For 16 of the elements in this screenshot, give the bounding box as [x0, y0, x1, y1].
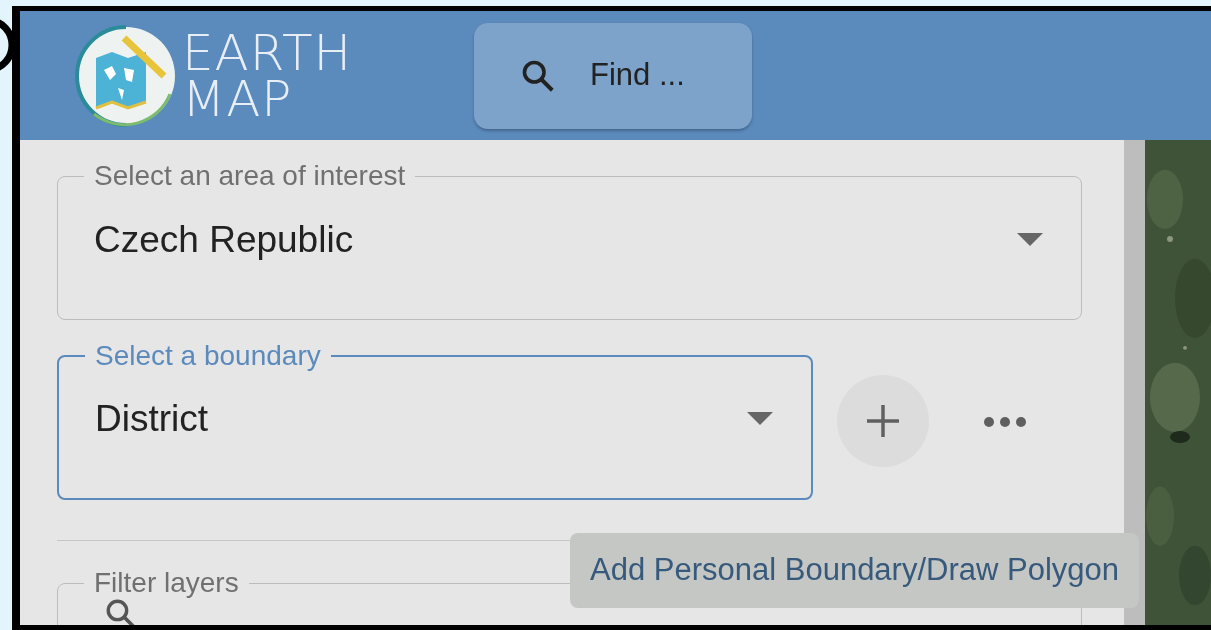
field-label: Filter layers — [93, 569, 240, 597]
plus-icon — [865, 403, 901, 439]
logo-text: EARTH — [182, 29, 353, 76]
logo-icon — [74, 23, 178, 128]
logo-text: MAP — [182, 75, 293, 122]
field-value: Czech Republic — [94, 217, 354, 262]
field-label: Select an area of interest — [93, 162, 407, 190]
more-icon — [983, 415, 1027, 428]
dropdown-caret-icon — [747, 412, 773, 426]
dropdown-field[interactable]: Select an area of interest Czech Republic — [57, 162, 1082, 320]
dropdown-caret-icon — [1017, 232, 1043, 247]
field-value: District — [95, 397, 209, 442]
dropdown-field[interactable]: Select a boundary District — [57, 342, 813, 500]
search-button[interactable]: Find ... — [474, 22, 753, 129]
tooltip: Add Personal Boundary/Draw Polygon — [570, 533, 1140, 608]
field-label: Select a boundary — [94, 342, 322, 370]
